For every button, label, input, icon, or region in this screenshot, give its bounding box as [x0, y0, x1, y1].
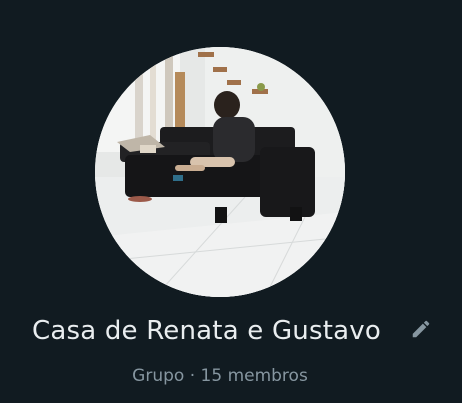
group-meta: Grupo · 15 membros — [0, 366, 440, 386]
group-info-header: Casa de Renata e Gustavo Grupo · 15 memb… — [0, 0, 462, 403]
group-avatar[interactable] — [95, 47, 345, 297]
group-photo — [95, 47, 345, 297]
group-name: Casa de Renata e Gustavo — [32, 316, 381, 346]
meta-separator: · — [184, 366, 201, 386]
edit-group-name-button[interactable] — [408, 316, 434, 342]
group-type-label: Grupo — [132, 366, 185, 386]
members-count[interactable]: 15 membros — [201, 366, 308, 386]
pencil-icon — [412, 320, 430, 338]
